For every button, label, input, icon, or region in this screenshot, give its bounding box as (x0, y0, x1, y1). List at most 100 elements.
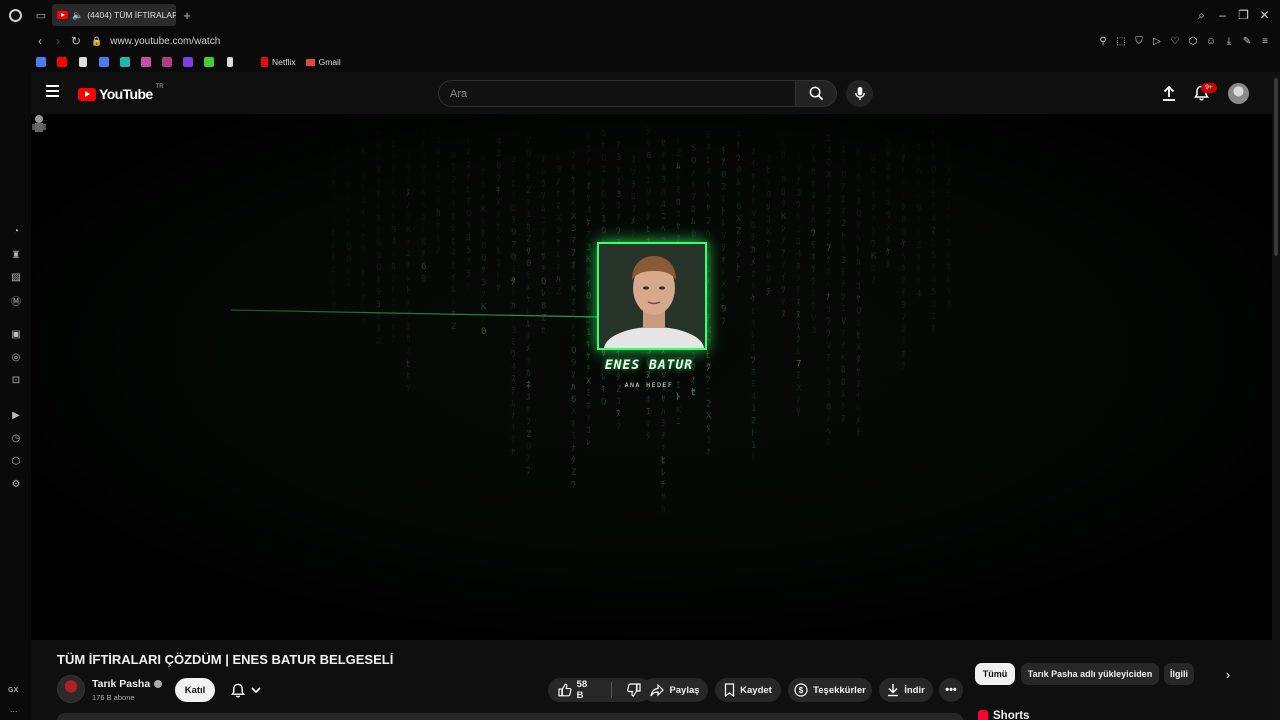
gx-cleaner-icon[interactable]: ▨ (10, 271, 22, 283)
bookmark-1[interactable] (33, 55, 48, 70)
verified-icon (154, 680, 163, 688)
share-icon (650, 683, 665, 696)
player-icon[interactable]: ▶ (10, 409, 22, 421)
bell-icon (231, 683, 245, 697)
translate-icon (98, 57, 109, 67)
search-button[interactable] (795, 80, 837, 107)
hamburger-menu-icon[interactable] (46, 85, 62, 99)
save-label: Kaydet (740, 684, 772, 696)
thumbs-up-icon (558, 683, 572, 697)
chip-from-uploader[interactable]: Tarık Pasha adlı yükleyiciden (1021, 663, 1159, 685)
minimize-icon[interactable]: – (1213, 8, 1232, 23)
bookmark-doc[interactable] (75, 55, 90, 70)
shorts-icon (978, 710, 988, 720)
search-input[interactable] (450, 87, 780, 100)
bookmark-green[interactable] (201, 55, 216, 70)
share-button[interactable]: Paylaş (642, 678, 708, 702)
upload-button[interactable] (1160, 84, 1178, 102)
chip-all[interactable]: Tümü (975, 663, 1015, 685)
more-actions-button[interactable]: ••• (939, 678, 963, 702)
extensions-icon[interactable]: ⬡ (1186, 36, 1200, 47)
download-icon[interactable]: ⤓ (1222, 36, 1236, 47)
play-icon[interactable]: ▷ (1150, 36, 1164, 47)
instagram-icon (161, 57, 172, 67)
thanks-icon: $ (794, 683, 808, 697)
bookmark-1-icon (35, 57, 46, 67)
search-tabs-icon[interactable]: ⌕ (1192, 8, 1211, 23)
url-field[interactable]: www.youtube.com/watch (110, 36, 220, 47)
overlay-subtitle: ANA HEDEF (624, 381, 674, 389)
thanks-label: Teşekkürler (813, 684, 866, 696)
bookmark-translate[interactable] (96, 55, 111, 70)
green-app-icon (203, 57, 214, 67)
shield-icon[interactable]: ⛉ (1132, 36, 1146, 47)
opera-gx-logo-icon[interactable] (0, 0, 30, 30)
tab-manager-icon[interactable]: ▭ (30, 9, 52, 22)
restore-icon[interactable]: ❐ (1234, 8, 1253, 23)
instagram-side-icon[interactable]: ⊡ (10, 374, 22, 386)
account-avatar[interactable] (1228, 83, 1249, 104)
bookmark-twitch[interactable] (180, 55, 195, 70)
chips-next-button[interactable]: › (1217, 663, 1239, 685)
bookmark-youtube[interactable] (54, 55, 69, 70)
gx-m-icon[interactable]: Ⓜ (10, 294, 22, 308)
bookmark-instagram[interactable] (159, 55, 174, 70)
settings-icon[interactable]: ⚙ (10, 478, 22, 490)
shorts-title: Shorts (993, 710, 1030, 720)
close-window-icon[interactable]: ✕ (1255, 8, 1274, 23)
more-icon[interactable]: ... (10, 704, 18, 714)
microphone-icon (854, 86, 865, 101)
speaker-icon[interactable]: 🔈 (72, 10, 83, 21)
more-horizontal-icon: ••• (945, 684, 957, 696)
channel-name[interactable]: Tarık Pasha (92, 678, 163, 690)
save-button[interactable]: Kaydet (715, 678, 781, 702)
bookmark-teal[interactable] (117, 55, 132, 70)
upload-icon (1163, 85, 1175, 101)
download-button[interactable]: İndir (879, 678, 933, 702)
lock-icon[interactable]: 🔒 (91, 36, 102, 47)
window-controls: ⌕ – ❐ ✕ (1192, 8, 1280, 23)
gx-label[interactable]: GX (8, 687, 18, 694)
new-tab-button[interactable]: + (176, 8, 198, 23)
chip-related[interactable]: İlgili (1164, 663, 1194, 685)
bookmark-mail[interactable] (138, 55, 153, 70)
search-icon (809, 86, 823, 101)
history-icon[interactable]: ◷ (10, 432, 22, 444)
join-button[interactable]: Katıl (175, 678, 215, 702)
youtube-logo[interactable]: YouTube TR (78, 84, 164, 102)
description-box[interactable] (57, 713, 963, 720)
twitch-icon (182, 57, 193, 67)
forward-icon[interactable]: › (49, 34, 67, 48)
menu-icon[interactable]: ≡ (1258, 36, 1272, 47)
ai-icon[interactable]: ✎ (1240, 36, 1254, 47)
m-app-icon (140, 57, 151, 67)
profile-icon[interactable]: ☺ (1204, 36, 1218, 47)
thanks-button[interactable]: $ Teşekkürler (788, 678, 872, 702)
chevron-right-icon: › (1225, 666, 1231, 682)
bookmark-netflix[interactable]: Netflix (261, 57, 296, 67)
page-scrollbar[interactable] (1272, 72, 1280, 720)
netflix-icon (261, 57, 268, 67)
channel-avatar[interactable] (57, 675, 85, 703)
voice-search-button[interactable] (846, 80, 873, 107)
bookmark-gmail[interactable]: Gmail (305, 57, 341, 67)
youtube-icon (56, 57, 67, 67)
twitch-side-icon[interactable]: ▣ (10, 328, 22, 340)
heart-icon[interactable]: ♡ (1168, 36, 1182, 47)
snapshot-icon[interactable]: ⬚ (1114, 36, 1128, 47)
back-icon[interactable]: ‹ (31, 34, 49, 48)
tiktok-icon (226, 57, 233, 67)
svg-text:$: $ (799, 686, 804, 695)
bookmark-tiktok[interactable] (222, 55, 237, 70)
video-player[interactable]: ﾋ7ﾁｵﾘﾍXﾋﾉﾁﾋﾄﾅZﾌﾗﾋﾉKﾎﾋｾﾀQ0ｲｽKﾓVﾓ2ｲﾚｾｳﾐｹﾁﾅ… (31, 114, 1272, 640)
browser-tab-active[interactable]: 🔈 (4404) TÜM İFTİRALAR (52, 4, 176, 26)
subscription-bell-button[interactable] (223, 678, 269, 702)
whatsapp-icon[interactable]: ◎ (10, 351, 22, 363)
gx-control-icon[interactable]: ◔ (10, 225, 22, 237)
extensions-side-icon[interactable]: ⬡ (10, 455, 22, 467)
like-button[interactable]: 58 B (548, 678, 606, 702)
pin-icon[interactable]: ⚲ (1096, 36, 1110, 47)
reload-icon[interactable]: ↻ (67, 34, 85, 48)
gx-sidebar: ◔ ♜ ▨ Ⓜ ▣ ◎ ⊡ ▶ ◷ ⬡ ⚙ GX ... (0, 72, 31, 720)
gx-corner-icon[interactable]: ♜ (10, 249, 22, 261)
